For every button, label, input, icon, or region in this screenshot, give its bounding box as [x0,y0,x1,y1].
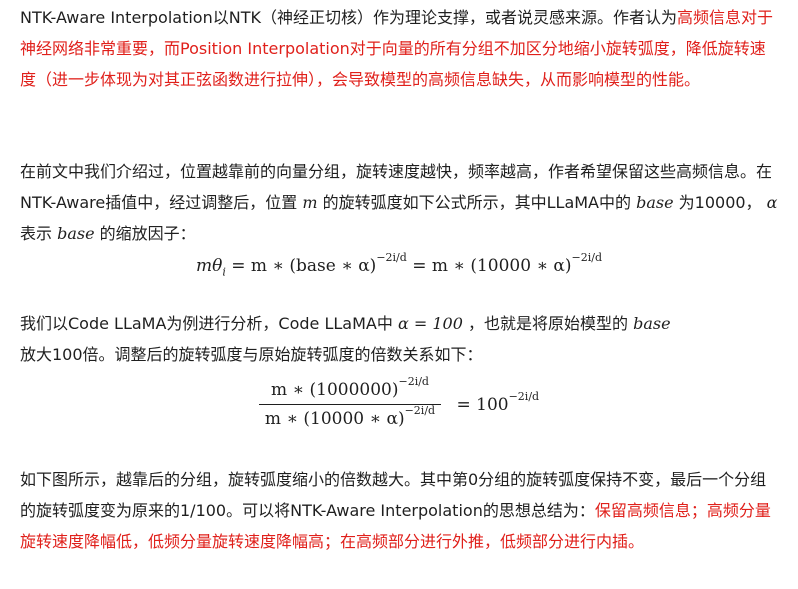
eq1-mid2: = m ∗ (10000 ∗ α) [406,256,572,276]
ratio-result: = 100−2i/d [456,389,540,415]
code-llama-text-a: 我们以Code LLaMA为例进行分析，Code LLaMA中 [20,314,393,333]
math-alpha-equals: α = 100 [397,314,463,333]
explanation-text-c: 为10000， [678,193,762,212]
explanation-text-b: 的旋转弧度如下公式所示，其中LLaMA中的 [322,193,631,212]
eq1-mid1: = m ∗ (base ∗ α) [225,256,377,276]
explanation-text-e: 的缩放因子： [99,224,196,243]
equation-ratio: m ∗ (1000000)−2i/d m ∗ (10000 ∗ α)−2i/d … [0,376,798,429]
eq1-lhs: mθ [195,256,223,276]
fraction-denominator: m ∗ (10000 ∗ α)−2i/d [264,404,436,429]
math-m: m [302,193,318,212]
paragraph-ntk-explanation: 在前文中我们介绍过，位置越靠前的向量分组，旋转速度越快，频率越高，作者希望保留这… [20,156,780,249]
paragraph-code-llama: 我们以Code LLaMA为例进行分析，Code LLaMA中 α = 100 … [20,308,780,370]
ratio-fraction: m ∗ (1000000)−2i/d m ∗ (10000 ∗ α)−2i/d [258,376,442,429]
math-base: base [636,193,674,212]
paragraph-summary: 如下图所示，越靠后的分组，旋转弧度缩小的倍数越大。其中第0分组的旋转弧度保持不变… [20,464,780,557]
eq1-exp-1: −2i/d [376,251,407,264]
fraction-numerator: m ∗ (1000000)−2i/d [258,376,442,405]
code-llama-text-b: ，也就是将原始模型的 [467,314,628,333]
math-base-3: base [633,314,671,333]
intro-text: NTK-Aware Interpolation以NTK（神经正切核）作为理论支撑… [20,8,677,27]
math-base-2: base [57,224,95,243]
equation-rotation-angle: mθi = m ∗ (base ∗ α)−2i/d = m ∗ (10000 ∗… [0,252,798,278]
math-alpha: α [766,193,778,212]
eq1-exp-2: −2i/d [571,251,603,264]
code-llama-text-c: 放大100倍。调整后的旋转弧度与原始旋转弧度的倍数关系如下： [20,345,483,364]
explanation-text-d: 表示 [20,224,53,243]
paragraph-intro: NTK-Aware Interpolation以NTK（神经正切核）作为理论支撑… [20,2,780,95]
